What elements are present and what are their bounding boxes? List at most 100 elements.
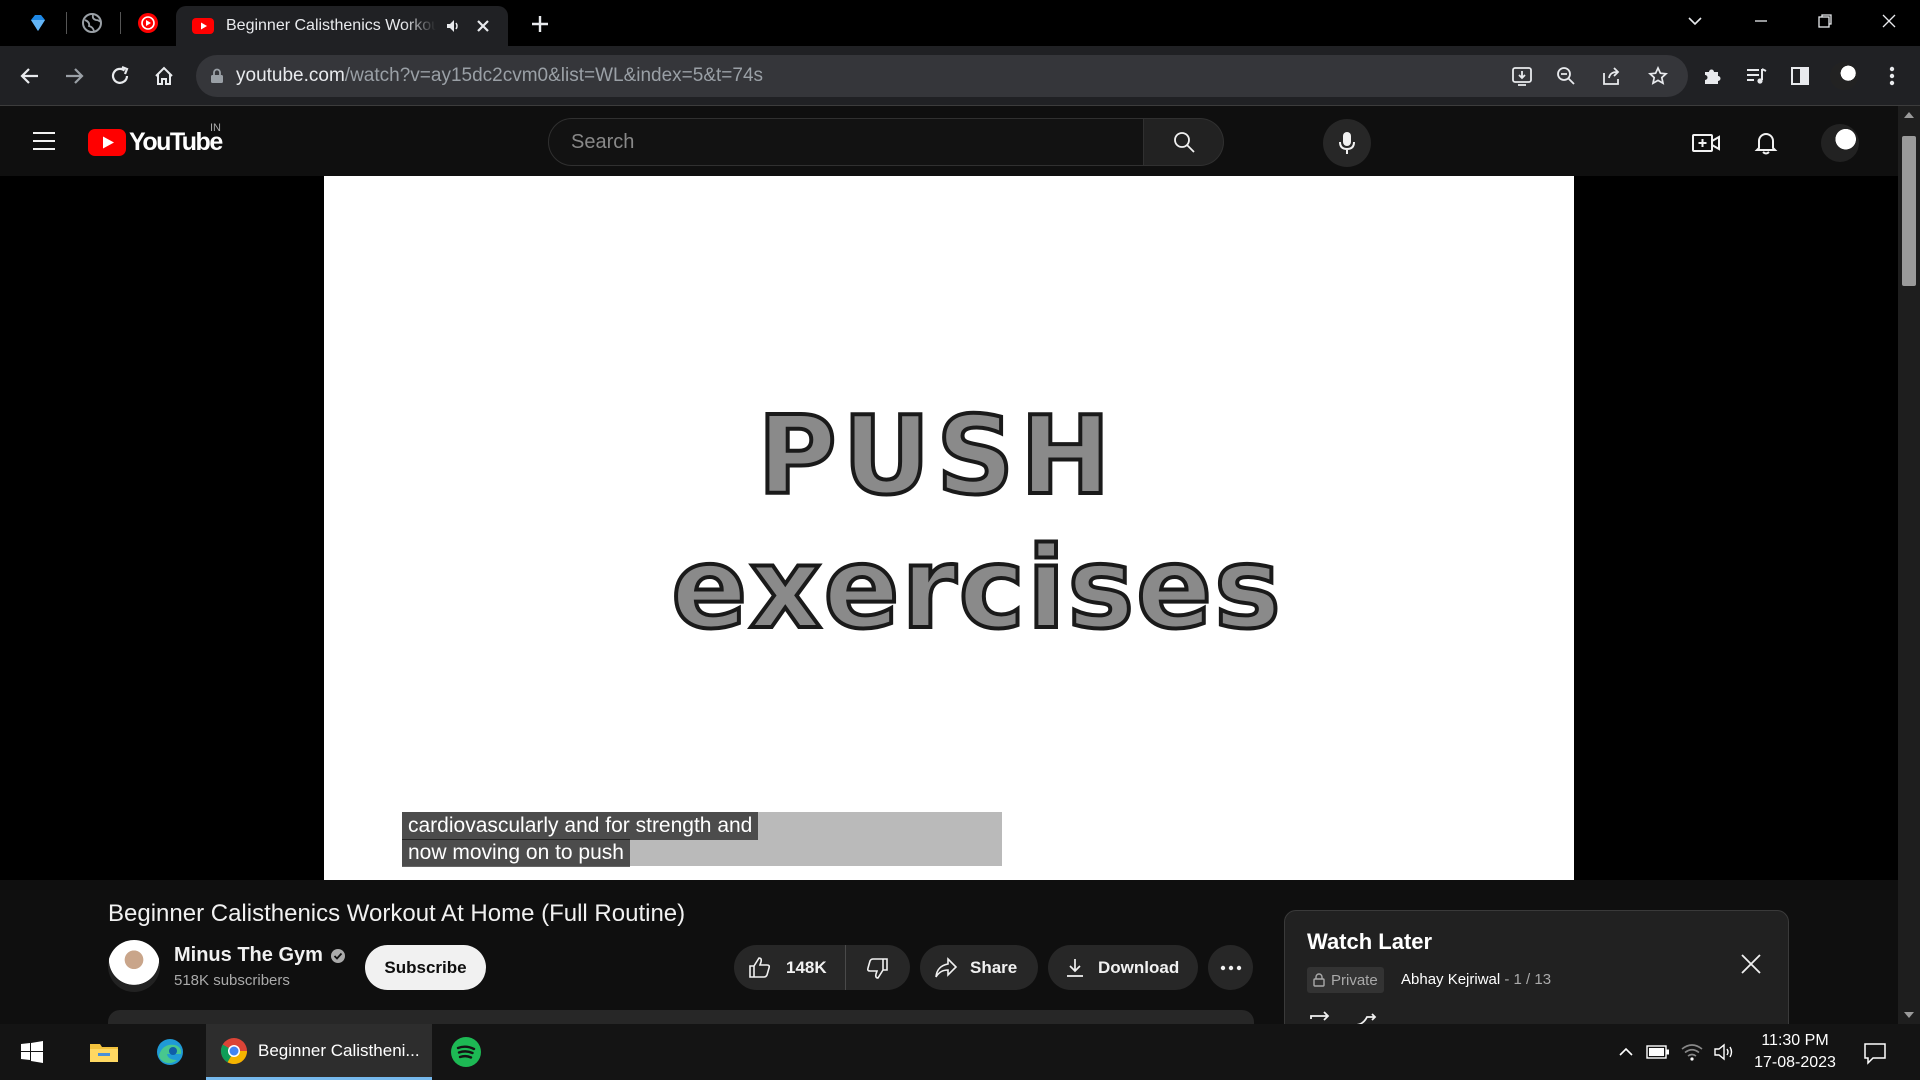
- playlist-close-button[interactable]: [1736, 949, 1766, 979]
- scroll-down-button[interactable]: [1898, 1006, 1920, 1024]
- start-button[interactable]: [2, 1024, 62, 1080]
- caption-line-2: now moving on to push: [402, 839, 630, 867]
- bookmark-star-icon[interactable]: [1642, 60, 1674, 92]
- taskbar-clock[interactable]: 11:30 PM 17-08-2023: [1740, 1030, 1850, 1074]
- playlist-title[interactable]: Watch Later: [1307, 929, 1432, 955]
- battery-indicator[interactable]: [1646, 1040, 1670, 1064]
- file-explorer-button[interactable]: [74, 1024, 134, 1080]
- page-scrollbar[interactable]: [1898, 106, 1920, 1024]
- scroll-up-button[interactable]: [1898, 106, 1920, 124]
- search-icon: [1173, 132, 1195, 153]
- lock-icon: [211, 68, 223, 83]
- playlist-owner[interactable]: Abhay Kejriwal: [1401, 971, 1500, 988]
- search-input[interactable]: Search: [548, 118, 1144, 166]
- pinned-tab-youtube-music[interactable]: [126, 8, 170, 38]
- bell-icon: [1754, 133, 1778, 155]
- browser-toolbar: youtube.com/watch?v=ay15dc2cvm0&list=WL&…: [0, 46, 1920, 106]
- zoom-icon[interactable]: [1550, 60, 1582, 92]
- video-title: Beginner Calisthenics Workout At Home (F…: [108, 900, 686, 927]
- download-label: Download: [1098, 957, 1180, 977]
- taskbar-chrome-window[interactable]: Beginner Calistheni...: [206, 1024, 432, 1080]
- privacy-label: Private: [1331, 971, 1378, 989]
- channel-name[interactable]: Minus The Gym: [174, 944, 323, 967]
- home-button[interactable]: [146, 58, 182, 94]
- pinned-tab-globe[interactable]: [70, 8, 114, 38]
- create-button[interactable]: [1686, 123, 1726, 163]
- edge-icon: [157, 1039, 183, 1065]
- battery-icon: [1646, 1045, 1669, 1059]
- tray-overflow-button[interactable]: [1614, 1040, 1638, 1064]
- search-box: Search: [548, 118, 1224, 166]
- tab-close-icon[interactable]: [470, 13, 496, 39]
- tab-search-button[interactable]: [1668, 0, 1722, 42]
- caret-up-icon: [1904, 112, 1914, 118]
- video-frame-text-exercises: exercises: [669, 522, 1283, 656]
- dislike-button[interactable]: [846, 945, 908, 990]
- back-button[interactable]: [12, 58, 48, 94]
- like-button[interactable]: 148K: [734, 945, 846, 990]
- guide-menu-button[interactable]: [26, 123, 62, 159]
- browser-tab-strip: Beginner Calisthenics Workout At Home (F…: [0, 0, 1920, 46]
- voice-search-button[interactable]: [1323, 119, 1371, 167]
- video-player[interactable]: PUSH exercises cardiovascularly and for …: [0, 176, 1898, 880]
- pinned-tab-gem[interactable]: [16, 8, 60, 38]
- watch-metadata: Beginner Calisthenics Workout At Home (F…: [0, 880, 1898, 1040]
- tab-audio-icon[interactable]: [440, 13, 466, 39]
- network-indicator[interactable]: [1680, 1040, 1704, 1064]
- subscribe-button[interactable]: Subscribe: [365, 945, 486, 990]
- download-button[interactable]: Download: [1048, 945, 1198, 990]
- share-arrow-icon: [935, 956, 958, 977]
- address-bar[interactable]: youtube.com/watch?v=ay15dc2cvm0&list=WL&…: [196, 55, 1688, 97]
- window-close-button[interactable]: [1862, 0, 1916, 42]
- youtube-play-logo-icon: [88, 129, 126, 156]
- media-control-button[interactable]: [1738, 58, 1774, 94]
- profile-button[interactable]: [1826, 58, 1862, 94]
- taskbar-chrome-label: Beginner Calistheni...: [258, 1040, 420, 1060]
- clock-date: 17-08-2023: [1754, 1054, 1836, 1071]
- youtube-music-icon: [138, 13, 158, 33]
- reload-button[interactable]: [102, 58, 138, 94]
- more-actions-button[interactable]: [1208, 945, 1253, 990]
- video-camera-add-icon: [1692, 134, 1720, 152]
- youtube-masthead: YouTube IN Search: [0, 106, 1898, 176]
- active-tab[interactable]: Beginner Calisthenics Workout At Home (F…: [176, 6, 508, 46]
- channel-name-row[interactable]: Minus The Gym: [174, 944, 346, 967]
- share-page-icon[interactable]: [1596, 60, 1628, 92]
- video-frame-text-push: PUSH: [755, 392, 1117, 521]
- arrow-right-icon: [66, 68, 84, 84]
- video-frame[interactable]: PUSH exercises cardiovascularly and for …: [324, 176, 1574, 880]
- chrome-menu-button[interactable]: [1874, 58, 1910, 94]
- hamburger-icon: [33, 132, 55, 150]
- account-avatar-button[interactable]: [1820, 123, 1860, 163]
- minimize-icon: [1755, 20, 1767, 22]
- youtube-logo[interactable]: YouTube IN: [88, 122, 223, 157]
- spotify-button[interactable]: [436, 1024, 496, 1080]
- account-avatar: [1821, 124, 1859, 162]
- search-button[interactable]: [1144, 118, 1224, 166]
- caret-down-icon: [1904, 1012, 1914, 1018]
- install-app-icon[interactable]: [1506, 60, 1538, 92]
- verified-check-icon: [330, 948, 345, 963]
- edge-browser-button[interactable]: [140, 1024, 200, 1080]
- volume-indicator[interactable]: [1712, 1040, 1736, 1064]
- caption-line-1: cardiovascularly and for strength and: [402, 812, 759, 840]
- share-button[interactable]: Share: [920, 945, 1038, 990]
- scroll-thumb[interactable]: [1902, 136, 1916, 286]
- extensions-button[interactable]: [1694, 58, 1730, 94]
- microphone-icon: [1339, 132, 1355, 154]
- minimize-button[interactable]: [1734, 0, 1788, 42]
- speaker-icon: [1714, 1043, 1733, 1061]
- youtube-wordmark: YouTube: [129, 128, 223, 156]
- caption-window[interactable]: cardiovascularly and for strength and no…: [402, 812, 1002, 867]
- channel-avatar[interactable]: [108, 940, 160, 992]
- restore-button[interactable]: [1798, 0, 1852, 42]
- side-panel-button[interactable]: [1782, 58, 1818, 94]
- notifications-button[interactable]: [1746, 123, 1786, 163]
- country-code: IN: [210, 122, 221, 134]
- youtube-favicon-icon: [192, 18, 214, 34]
- folder-icon: [90, 1044, 118, 1062]
- like-dislike-group: 148K: [734, 945, 910, 990]
- notification-center-icon[interactable]: [1860, 1038, 1890, 1068]
- new-tab-button[interactable]: [524, 10, 556, 38]
- forward-button[interactable]: [56, 58, 92, 94]
